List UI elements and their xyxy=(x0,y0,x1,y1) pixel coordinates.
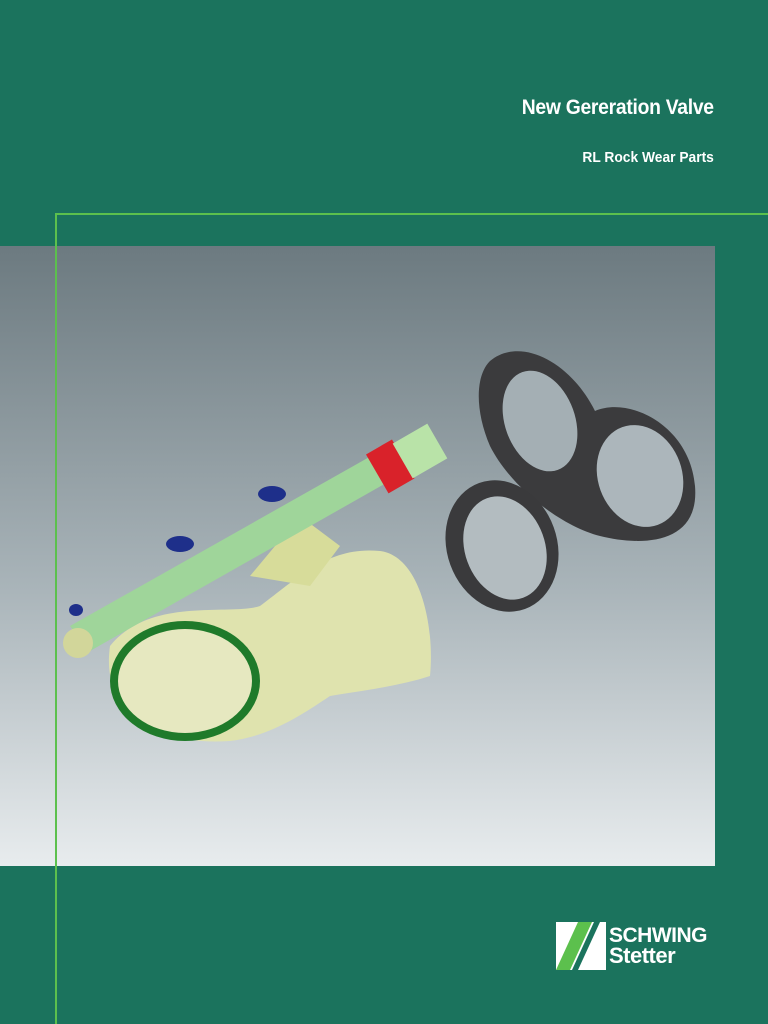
product-image-panel xyxy=(0,246,715,866)
accent-line-vertical xyxy=(55,213,57,1024)
logo-text-stetter: Stetter xyxy=(609,943,676,968)
schwing-stetter-logo: SCHWING Stetter xyxy=(556,922,708,970)
logo-mark-icon xyxy=(556,922,606,970)
accent-line-horizontal xyxy=(55,213,768,215)
s-tube-housing xyxy=(108,516,431,742)
document-title: New Gereration Valve xyxy=(521,96,714,119)
document-subtitle: RL Rock Wear Parts xyxy=(582,149,714,166)
valve-illustration xyxy=(63,351,696,742)
